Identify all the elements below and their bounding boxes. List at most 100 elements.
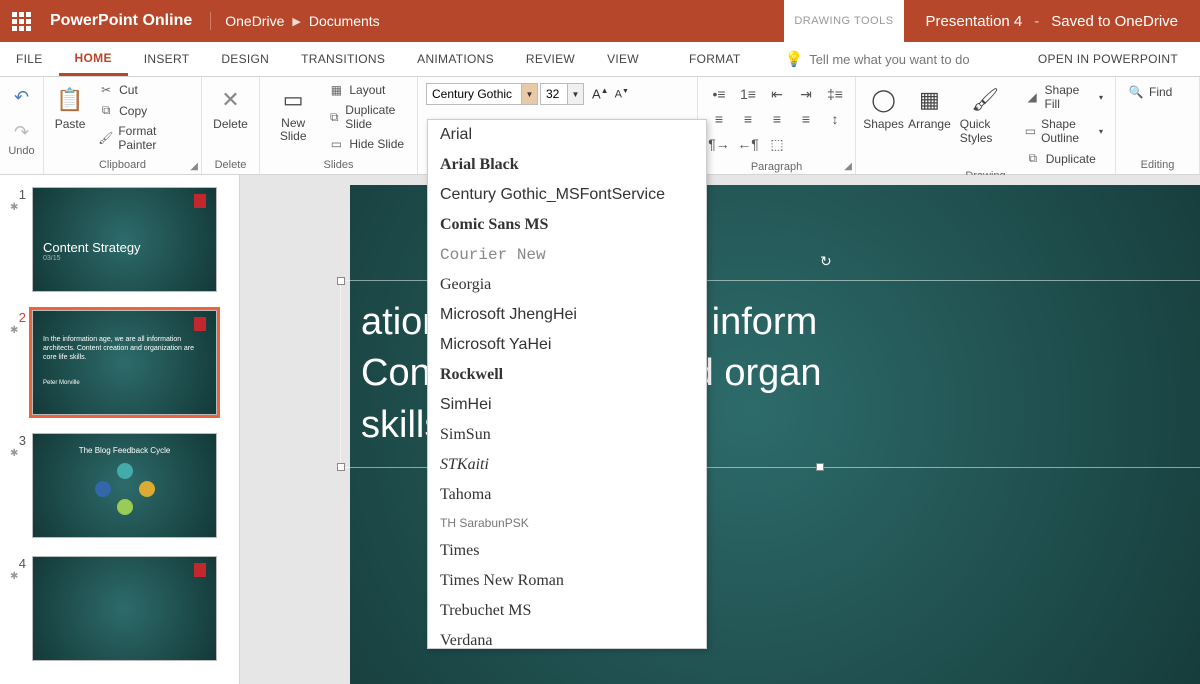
- paste-button[interactable]: 📋 Paste: [50, 79, 90, 131]
- font-dropdown-menu[interactable]: Arial Arial Black Century Gothic_MSFontS…: [427, 119, 707, 649]
- duplicate-slide-button[interactable]: ⧉Duplicate Slide: [322, 101, 411, 133]
- contextual-tools-label: DRAWING TOOLS: [784, 0, 903, 42]
- slide-thumbnail-panel: 1 ✱ Content Strategy 03/15 2 ✱ In the in…: [0, 175, 240, 684]
- tell-me-placeholder: Tell me what you want to do: [809, 52, 969, 67]
- font-size-input[interactable]: [541, 84, 567, 104]
- font-option[interactable]: SimHei: [428, 390, 706, 420]
- animation-indicator-icon: ✱: [10, 202, 26, 213]
- animation-indicator-icon: ✱: [10, 571, 26, 582]
- align-left-button[interactable]: ≡: [706, 108, 732, 130]
- scissors-icon: ✂: [98, 83, 114, 97]
- font-option[interactable]: Courier New: [428, 240, 706, 270]
- shrink-font-button[interactable]: A▼: [615, 88, 629, 101]
- hide-icon: ▭: [328, 137, 344, 151]
- font-option[interactable]: Georgia: [428, 270, 706, 300]
- font-option[interactable]: Verdana: [428, 626, 706, 649]
- tab-format[interactable]: FORMAT: [673, 42, 757, 76]
- font-option[interactable]: Arial: [428, 120, 706, 150]
- resize-handle[interactable]: [816, 463, 824, 471]
- font-option[interactable]: Microsoft JhengHei: [428, 300, 706, 330]
- brush-icon: 🖌: [98, 131, 113, 145]
- breadcrumb[interactable]: OneDrive ▶ Documents: [211, 13, 393, 29]
- layout-icon: ▦: [328, 83, 344, 97]
- slide-thumbnail-1[interactable]: Content Strategy 03/15: [32, 187, 217, 292]
- new-slide-icon: ▭: [283, 83, 304, 117]
- font-option[interactable]: Trebuchet MS: [428, 596, 706, 626]
- font-option[interactable]: Microsoft YaHei: [428, 330, 706, 360]
- font-option[interactable]: Comic Sans MS: [428, 210, 706, 240]
- align-center-button[interactable]: ≡: [735, 108, 761, 130]
- undo-button[interactable]: ↶: [14, 87, 29, 108]
- quick-styles-button[interactable]: 🖌Quick Styles: [954, 79, 1017, 145]
- tab-file[interactable]: FILE: [0, 42, 59, 76]
- hide-slide-button[interactable]: ▭Hide Slide: [322, 135, 411, 153]
- font-option[interactable]: TH SarabunPSK: [428, 510, 706, 536]
- thumb-number: 4: [10, 556, 26, 571]
- slide-thumbnail-3[interactable]: The Blog Feedback Cycle: [32, 433, 217, 538]
- tab-view[interactable]: VIEW: [591, 42, 655, 76]
- font-option[interactable]: Arial Black: [428, 150, 706, 180]
- resize-handle[interactable]: [337, 463, 345, 471]
- numbering-button[interactable]: 1≡: [735, 83, 761, 105]
- tab-insert[interactable]: INSERT: [128, 42, 206, 76]
- slide-thumbnail-4[interactable]: [32, 556, 217, 661]
- breadcrumb-root[interactable]: OneDrive: [225, 13, 284, 29]
- format-painter-button[interactable]: 🖌Format Painter: [92, 122, 195, 154]
- font-option[interactable]: SimSun: [428, 420, 706, 450]
- open-in-powerpoint-link[interactable]: OPEN IN POWERPOINT: [1016, 42, 1200, 76]
- quick-styles-icon: 🖌: [971, 83, 999, 117]
- shapes-button[interactable]: ◯Shapes: [862, 79, 905, 131]
- rotate-handle-icon[interactable]: ↻: [820, 253, 832, 270]
- new-slide-button[interactable]: ▭ New Slide: [266, 79, 320, 143]
- redo-button[interactable]: ↷: [14, 122, 29, 143]
- breadcrumb-folder[interactable]: Documents: [309, 13, 380, 29]
- shape-outline-button[interactable]: ▭Shape Outline▾: [1019, 115, 1109, 147]
- font-option[interactable]: STKaiti: [428, 450, 706, 480]
- layout-button[interactable]: ▦Layout: [322, 81, 411, 99]
- tab-review[interactable]: REVIEW: [510, 42, 591, 76]
- slide-canvas-area[interactable]: ↻ ation age, we are all informContent cr…: [240, 175, 1200, 684]
- increase-indent-button[interactable]: ⇥: [793, 83, 819, 105]
- find-button[interactable]: 🔍Find: [1122, 79, 1178, 101]
- grow-font-button[interactable]: A▲: [592, 86, 609, 101]
- tab-home[interactable]: HOME: [59, 42, 128, 76]
- decrease-indent-button[interactable]: ⇤: [764, 83, 790, 105]
- document-title[interactable]: Presentation 4: [926, 13, 1023, 30]
- tab-design[interactable]: DESIGN: [205, 42, 285, 76]
- text-direction-button[interactable]: ↕: [822, 108, 848, 130]
- tab-transitions[interactable]: TRANSITIONS: [285, 42, 401, 76]
- font-size-dropdown-icon[interactable]: ▼: [567, 84, 583, 104]
- clipboard-dialog-launcher-icon[interactable]: ◢: [190, 161, 198, 172]
- font-option[interactable]: Times: [428, 536, 706, 566]
- font-option[interactable]: Tahoma: [428, 480, 706, 510]
- font-size-combo[interactable]: ▼: [540, 83, 584, 105]
- font-option[interactable]: Century Gothic_MSFontService: [428, 180, 706, 210]
- font-option[interactable]: Rockwell: [428, 360, 706, 390]
- copy-icon: ⧉: [98, 103, 114, 118]
- font-name-dropdown-icon[interactable]: ▼: [521, 84, 537, 104]
- cut-button[interactable]: ✂Cut: [92, 81, 195, 99]
- paragraph-dialog-launcher-icon[interactable]: ◢: [844, 161, 852, 172]
- justify-button[interactable]: ≡: [793, 108, 819, 130]
- duplicate-shape-button[interactable]: ⧉Duplicate: [1019, 149, 1109, 168]
- rtl-button[interactable]: ←¶: [735, 133, 761, 155]
- delete-button[interactable]: ✕ Delete: [208, 79, 253, 131]
- app-launcher-icon[interactable]: [0, 0, 42, 42]
- title-bar: PowerPoint Online OneDrive ▶ Documents D…: [0, 0, 1200, 42]
- arrange-button[interactable]: ▦Arrange: [907, 79, 952, 131]
- bullets-button[interactable]: •≡: [706, 83, 732, 105]
- convert-smartart-button[interactable]: ⬚: [764, 133, 790, 155]
- line-spacing-button[interactable]: ‡≡: [822, 83, 848, 105]
- tab-animations[interactable]: ANIMATIONS: [401, 42, 510, 76]
- font-name-combo[interactable]: ▼: [426, 83, 538, 105]
- ltr-button[interactable]: ¶→: [706, 133, 732, 155]
- resize-handle[interactable]: [337, 277, 345, 285]
- chevron-right-icon: ▶: [292, 15, 300, 28]
- copy-button[interactable]: ⧉Copy: [92, 101, 195, 120]
- align-right-button[interactable]: ≡: [764, 108, 790, 130]
- slide-thumbnail-2[interactable]: In the information age, we are all infor…: [32, 310, 217, 415]
- shape-fill-button[interactable]: ◢Shape Fill▾: [1019, 81, 1109, 113]
- tell-me-search[interactable]: 💡 Tell me what you want to do: [785, 42, 970, 76]
- font-option[interactable]: Times New Roman: [428, 566, 706, 596]
- font-name-input[interactable]: [427, 84, 521, 104]
